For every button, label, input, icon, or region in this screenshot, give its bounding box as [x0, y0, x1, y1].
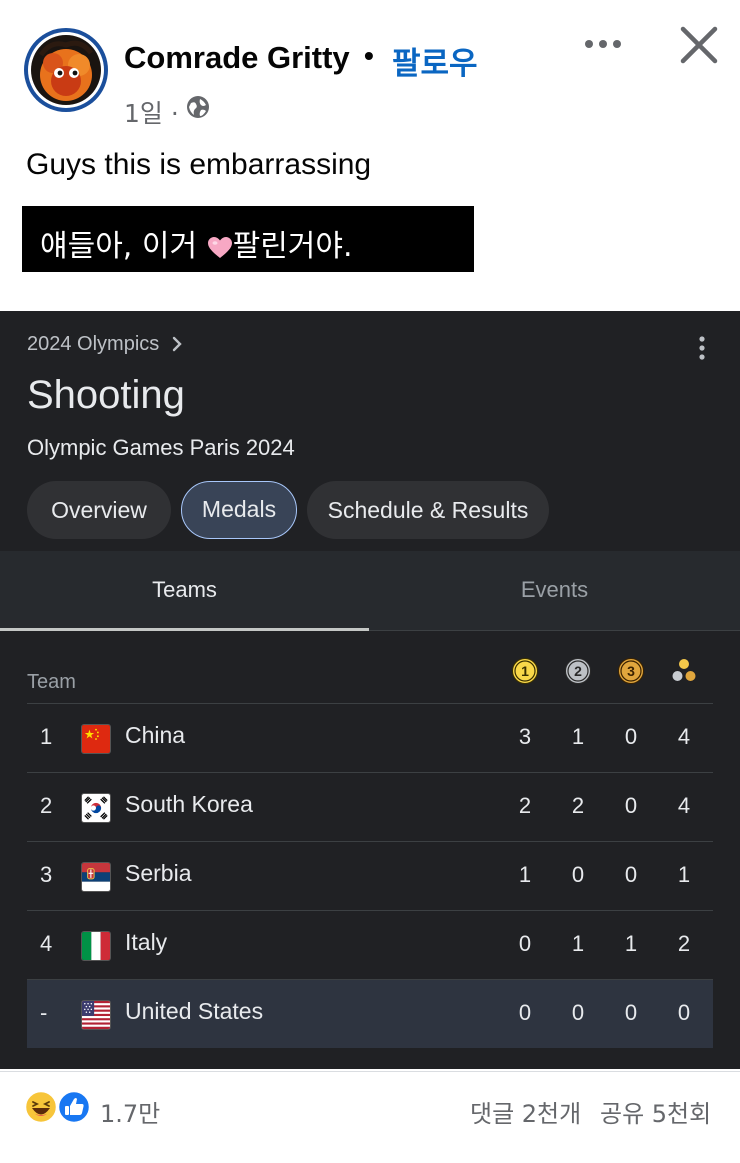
silver-count: 0 [571, 1000, 585, 1025]
rank: 4 [40, 931, 53, 956]
team-name: Italy [125, 929, 168, 955]
author-name[interactable]: Comrade Gritty [124, 40, 350, 76]
united-states-flag-icon [81, 1000, 111, 1030]
silver-count: 0 [571, 862, 585, 887]
silver-count: 1 [571, 931, 585, 956]
bronze-medal-label: 3 [627, 663, 635, 679]
team-name: South Korea [125, 791, 253, 817]
table-row[interactable]: 2 South Korea 2 2 0 4 [27, 772, 713, 841]
serbia-flag-icon [81, 862, 111, 892]
comment-count[interactable]: 댓글 2천개 [470, 1094, 581, 1129]
gold-medal-label: 1 [521, 663, 529, 679]
total-count: 0 [677, 1000, 691, 1025]
bronze-medal-icon: 3 [618, 658, 644, 684]
tab-teams[interactable]: Teams [0, 551, 369, 631]
pink-heart-icon [207, 237, 232, 258]
italy-flag-icon [81, 931, 111, 961]
reaction-icons[interactable] [24, 1090, 94, 1124]
bronze-count: 1 [624, 931, 638, 956]
like-reaction-icon [57, 1090, 91, 1124]
gold-count: 0 [518, 1000, 532, 1025]
gold-count: 2 [518, 793, 532, 818]
post-text: Guys this is embarrassing [26, 148, 372, 181]
rank: 1 [40, 724, 53, 749]
south-korea-flag-icon [81, 793, 111, 823]
total-count: 1 [677, 862, 691, 887]
name-separator: • [364, 40, 374, 71]
translation-caption: 얘들아, 이거 팔린거야. [22, 206, 474, 272]
tab-events[interactable]: Events [369, 551, 740, 631]
gritty-avatar-image [31, 35, 101, 105]
haha-reaction-icon [24, 1090, 58, 1124]
total-count: 4 [677, 724, 691, 749]
bronze-count: 0 [624, 1000, 638, 1025]
table-row[interactable]: 4 Italy 0 1 1 2 [27, 910, 713, 979]
gold-count: 1 [518, 862, 532, 887]
close-icon[interactable] [678, 24, 720, 66]
avatar-ring [28, 32, 104, 108]
bronze-count: 0 [624, 862, 638, 887]
footer-divider [0, 1071, 740, 1072]
china-flag-icon [81, 724, 111, 754]
rank: - [40, 1000, 48, 1025]
chip-medals[interactable]: Medals [181, 481, 297, 539]
team-name: China [125, 722, 186, 748]
team-column-header: Team [27, 671, 76, 693]
post-header: Comrade Gritty • 팔로우 1일 · [0, 0, 740, 130]
gold-count: 3 [518, 724, 532, 749]
silver-medal-icon: 2 [565, 658, 591, 684]
olympics-medal-card: 2024 Olympics Shooting Olympic Games Par… [0, 311, 740, 1069]
more-options-icon[interactable] [580, 26, 626, 62]
bronze-count: 0 [624, 724, 638, 749]
team-name: Serbia [125, 860, 192, 886]
author-avatar[interactable] [24, 28, 108, 112]
tab-bar: Teams Events [0, 551, 740, 631]
team-name: United States [125, 998, 264, 1024]
translation-text-end: 팔린거야. [232, 229, 353, 264]
chip-schedule-results[interactable]: Schedule & Results [307, 481, 549, 539]
share-count[interactable]: 공유 5천회 [600, 1094, 711, 1129]
post-timestamp[interactable]: 1일 · [124, 94, 179, 130]
reaction-count[interactable]: 1.7만 [100, 1094, 160, 1129]
globe-icon [187, 96, 209, 118]
rank: 2 [40, 793, 53, 818]
more-vert-icon[interactable] [690, 333, 714, 363]
page-title: Shooting [27, 373, 185, 417]
tab-selected-indicator [0, 628, 369, 631]
bronze-count: 0 [624, 793, 638, 818]
translation-text-start: 얘들아, 이거 [40, 229, 207, 264]
gold-count: 0 [518, 931, 532, 956]
silver-count: 2 [571, 793, 585, 818]
chip-overview[interactable]: Overview [27, 481, 171, 539]
table-row[interactable]: 3 Serbia 1 0 0 1 [27, 841, 713, 910]
total-count: 4 [677, 793, 691, 818]
breadcrumb[interactable]: 2024 Olympics [27, 333, 159, 356]
gold-medal-icon: 1 [512, 658, 538, 684]
silver-medal-label: 2 [574, 663, 582, 679]
chevron-right-icon[interactable] [170, 333, 186, 355]
page-subtitle: Olympic Games Paris 2024 [27, 435, 295, 460]
follow-button[interactable]: 팔로우 [392, 38, 478, 83]
total-medals-icon [671, 658, 697, 682]
table-row[interactable]: 1 China 3 1 0 4 [27, 703, 713, 772]
rank: 3 [40, 862, 53, 887]
total-count: 2 [677, 931, 691, 956]
silver-count: 1 [571, 724, 585, 749]
table-row-highlighted[interactable]: - United States 0 0 0 0 [27, 979, 713, 1048]
